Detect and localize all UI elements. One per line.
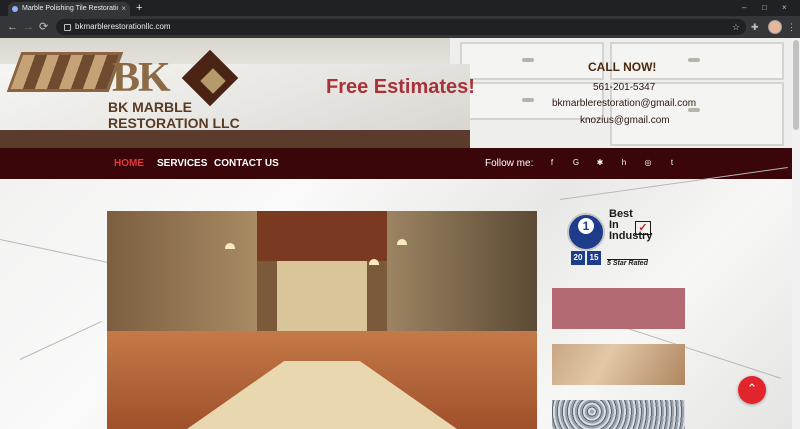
free-estimates-banner: Free Estimates! [326,76,475,98]
facebook-icon[interactable]: f [547,158,557,168]
bookmark-star-icon[interactable]: ☆ [732,19,740,35]
browser-tab[interactable]: Marble Polishing Tile Restoration × [8,2,130,16]
chessboard-decor-image [6,52,124,92]
logo-company-name[interactable]: BK MARBLE RESTORATION LLC [108,99,240,131]
twitter-icon[interactable]: t [667,158,677,168]
site-favicon-icon [12,6,18,12]
best-in-industry-badge: 1 20 15 Best In Industry ✓ 5 Star Rated [567,209,667,273]
nav-contact-us-link[interactable]: CONTACT US [214,148,279,179]
browser-tab-bar: Marble Polishing Tile Restoration × + – … [0,0,800,16]
marble-swatch-tan[interactable] [552,344,685,385]
logo-initials[interactable]: BK [112,54,171,102]
marble-swatch-granite[interactable] [552,400,685,429]
browser-toolbar: ← → ⟳ bkmarblerestorationllc.com ☆ ✚ ⋮ [0,16,800,38]
rating-caption: 5 Star Rated [607,259,648,267]
reload-icon[interactable]: ⟳ [39,20,48,34]
call-now-label: CALL NOW! [588,60,657,74]
minimize-icon[interactable]: – [742,1,746,15]
new-tab-button[interactable]: + [136,1,142,15]
checkmark-icon: ✓ [635,221,651,235]
yelp-icon[interactable]: ✱ [595,158,605,168]
url-text: bkmarblerestorationllc.com [75,22,171,31]
window-close-icon[interactable]: × [782,1,787,15]
award-seal-icon: 1 [567,213,605,251]
maximize-icon[interactable]: □ [762,1,767,15]
header-hero: BK BK MARBLE RESTORATION LLC Free Estima… [0,38,800,148]
forward-icon[interactable]: → [23,20,34,34]
address-bar[interactable]: bkmarblerestorationllc.com ☆ [56,19,746,35]
nav-home-link[interactable]: HOME [114,148,144,179]
phone-number[interactable]: 561-201-5347 [593,82,655,93]
browser-menu-icon[interactable]: ⋮ [787,19,796,35]
email-link-secondary[interactable]: knozius@gmail.com [580,115,670,126]
marble-swatch-pink[interactable] [552,288,685,329]
houzz-icon[interactable]: h [619,158,629,168]
profile-avatar[interactable] [768,20,782,34]
instagram-icon[interactable]: ◎ [643,158,653,168]
email-link-primary[interactable]: bkmarblerestoration@gmail.com [552,98,696,109]
tab-title: Marble Polishing Tile Restoration [22,5,118,12]
tab-close-icon[interactable]: × [121,2,126,16]
lock-icon [64,24,71,31]
scroll-to-top-button[interactable]: ⌃ [738,376,766,404]
nav-services-link[interactable]: SERVICES [157,148,207,179]
back-icon[interactable]: ← [7,20,18,34]
main-navigation: HOME SERVICES CONTACT US Follow me: f G … [0,148,792,179]
hallway-marble-floor-photo [107,211,537,429]
scrollbar-thumb[interactable] [793,40,799,130]
kitchen-cabinets-image [450,38,800,148]
extensions-puzzle-icon[interactable]: ✚ [751,19,759,35]
google-plus-icon[interactable]: G [571,158,581,168]
follow-me-label: Follow me: [485,158,534,169]
